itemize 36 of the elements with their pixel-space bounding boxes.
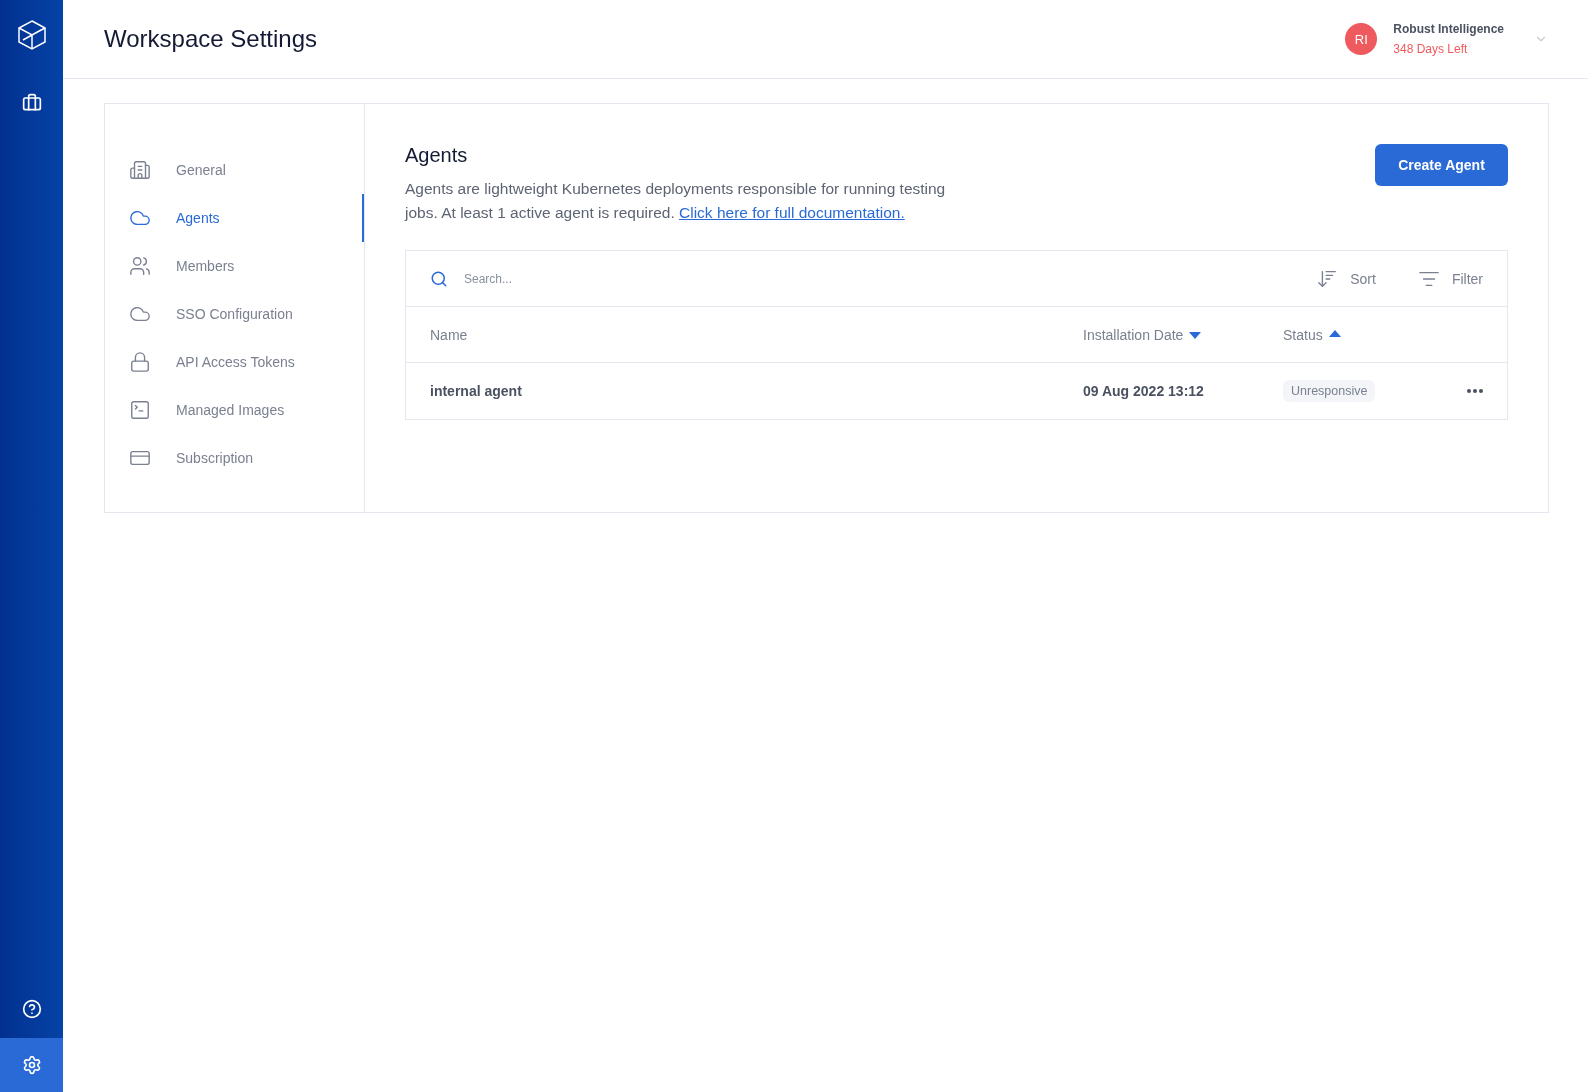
column-header[interactable]: Name xyxy=(430,326,468,343)
search-icon xyxy=(430,269,448,288)
avatar-initials: RI xyxy=(1345,23,1378,55)
column-header[interactable]: Installation Date xyxy=(1083,326,1184,343)
sidebar-item[interactable]: Managed Images xyxy=(105,386,364,434)
table-cell-text: 09 Aug 2022 13:12 xyxy=(1083,383,1205,399)
ellipsis-icon xyxy=(1467,389,1483,393)
terminal-icon xyxy=(129,399,151,421)
filter-button[interactable]: Filter xyxy=(1417,267,1483,290)
sidebar-item[interactable]: Subscription xyxy=(105,434,364,482)
column-header[interactable]: Status xyxy=(1283,326,1323,343)
account-name: Robust Intelligence xyxy=(1393,22,1504,36)
help-icon xyxy=(21,999,42,1019)
table-cell-text: internal agent xyxy=(430,383,523,399)
sidebar-item[interactable]: SSO Configuration xyxy=(105,290,364,338)
section-description: Agents are lightweight Kubernetes deployments responsible for running testing jobs. At least 1 active agent is required. Click here for full documentation. xyxy=(405,179,947,223)
sidebar-item[interactable]: API Access Tokens xyxy=(105,338,364,386)
account-menu[interactable]: RI Robust Intelligence 348 Days Left xyxy=(1345,22,1548,56)
building-icon xyxy=(129,159,151,181)
days-left-label: 348 Days Left xyxy=(1393,42,1469,56)
page-title: Workspace Settings xyxy=(104,25,317,53)
settings-button[interactable] xyxy=(0,1038,63,1092)
create-agent-button[interactable]: Create Agent xyxy=(1375,144,1508,186)
settings-icon xyxy=(21,1055,42,1075)
more-options-button[interactable] xyxy=(1467,389,1483,393)
briefcase-icon xyxy=(21,93,42,113)
documentation-link[interactable]: Click here for full documentation. xyxy=(679,204,905,221)
sidebar-item[interactable]: General xyxy=(105,146,364,194)
lock-icon xyxy=(129,351,151,373)
people-icon xyxy=(129,255,151,277)
logo-icon xyxy=(17,20,46,50)
sort-button[interactable]: Sort xyxy=(1316,267,1376,290)
section-title: Agents xyxy=(405,144,469,167)
sidebar-item[interactable]: Members xyxy=(105,242,364,290)
status-badge: Unresponsive xyxy=(1283,380,1376,402)
sidebar-item[interactable]: Agents xyxy=(105,194,364,242)
